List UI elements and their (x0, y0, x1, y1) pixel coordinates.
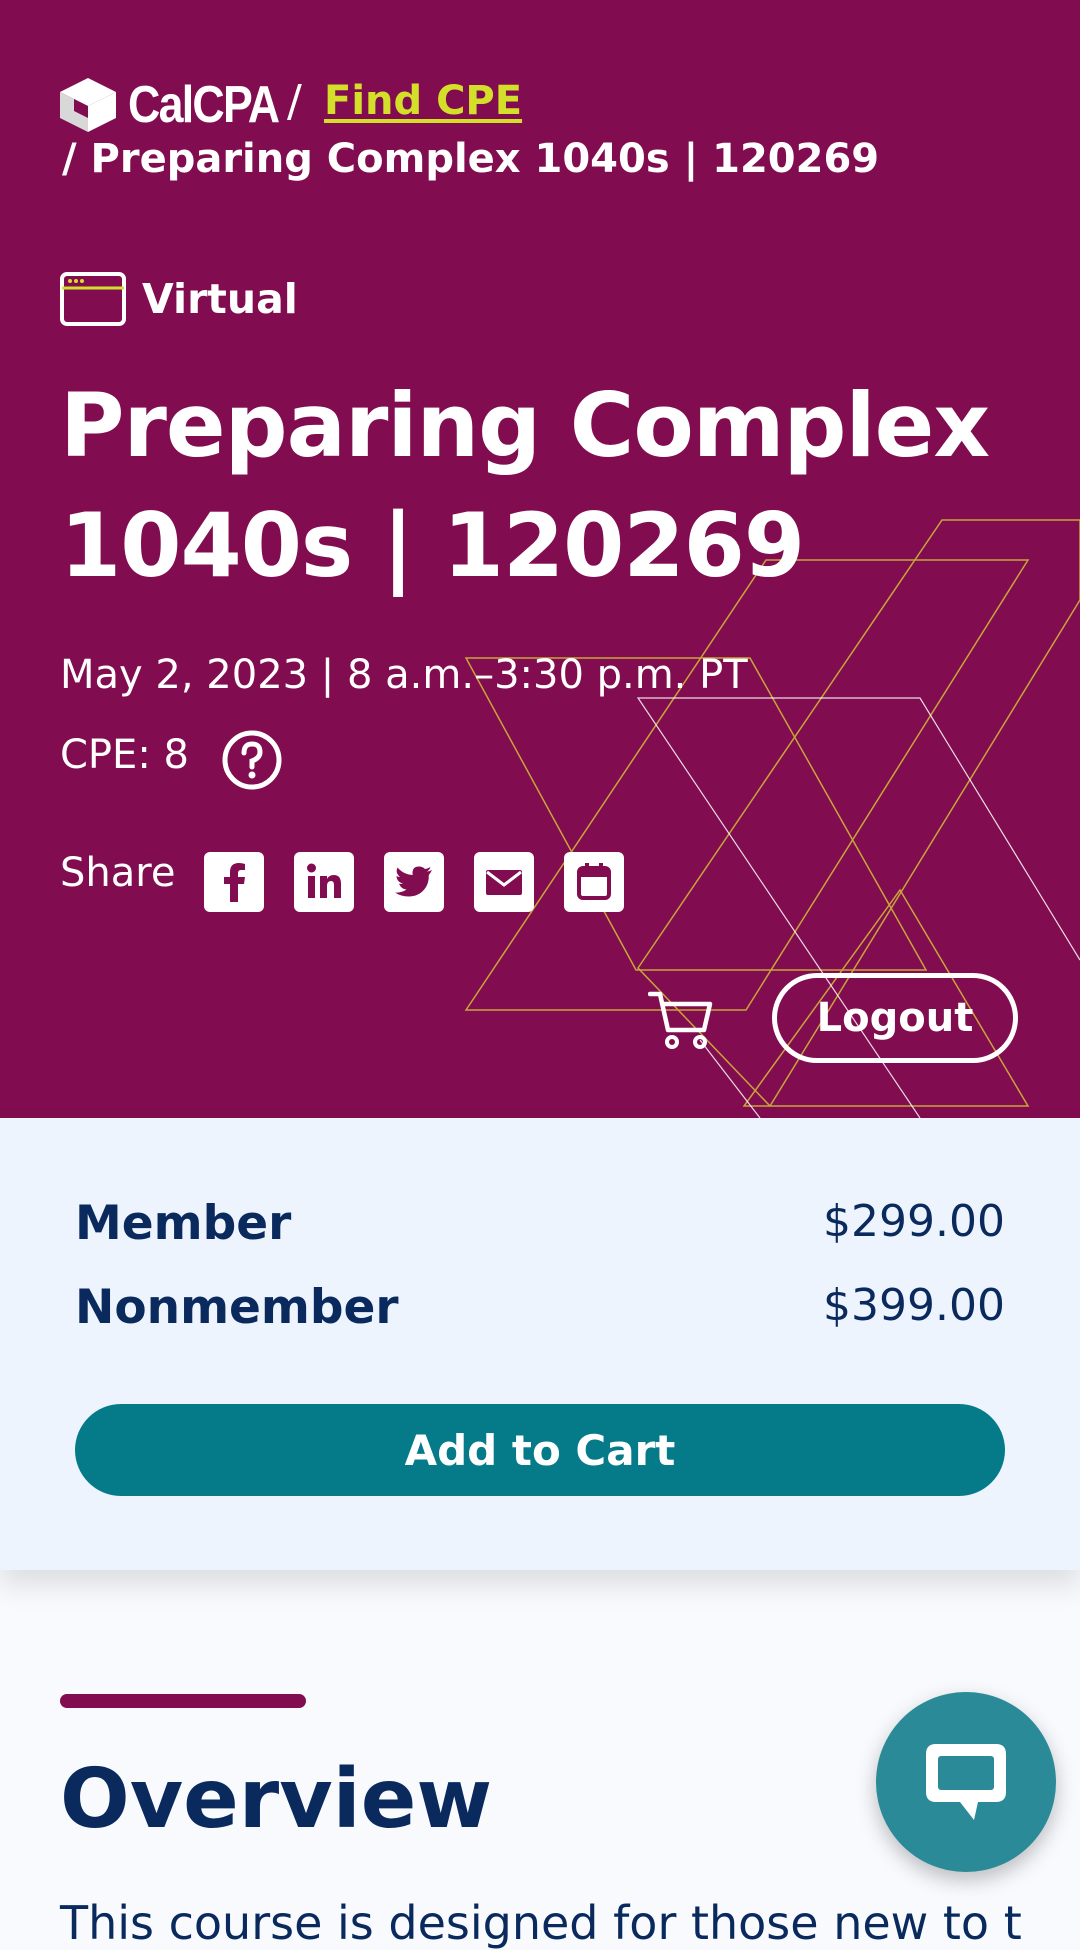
add-to-cart-button[interactable]: Add to Cart (75, 1404, 1005, 1496)
event-date: May 2, 2023 | 8 a.m.–3:30 p.m. PT (60, 652, 748, 698)
overview-body-text: This course is designed for those new to… (60, 1896, 1022, 1950)
overview-heading: Overview (60, 1752, 493, 1847)
calendar-icon (577, 863, 611, 900)
linkedin-share-button[interactable] (294, 852, 354, 912)
price-label: Nonmember (75, 1280, 399, 1335)
price-value: $399.00 (823, 1280, 1005, 1331)
cart-icon[interactable] (648, 990, 714, 1050)
linkedin-icon (307, 863, 341, 898)
share-label: Share (60, 850, 176, 896)
browser-window-icon (60, 272, 126, 326)
breadcrumb-current: / Preparing Complex 1040s | 120269 (62, 136, 880, 182)
calendar-share-button[interactable] (564, 852, 624, 912)
price-value: $299.00 (823, 1196, 1005, 1247)
hero-banner: CalCPA / Find CPE / Preparing Complex 10… (0, 0, 1080, 1118)
help-icon[interactable] (222, 730, 282, 790)
facebook-icon (224, 863, 245, 902)
chat-bubble-icon (926, 1744, 1006, 1820)
format-badge: Virtual (60, 272, 298, 326)
section-accent-bar (60, 1694, 306, 1708)
format-label: Virtual (142, 275, 298, 323)
logo-text: CalCPA (128, 76, 280, 134)
logout-button[interactable]: Logout (772, 973, 1018, 1063)
twitter-share-button[interactable] (384, 852, 444, 912)
email-share-button[interactable] (474, 852, 534, 912)
breadcrumb-separator: / (287, 76, 302, 127)
facebook-share-button[interactable] (204, 852, 264, 912)
price-label: Member (75, 1196, 292, 1251)
breadcrumb-find-cpe-link[interactable]: Find CPE (324, 78, 522, 124)
page-title: Preparing Complex 1040s | 120269 (60, 374, 990, 597)
pricing-panel: Member $299.00 Nonmember $399.00 Add to … (0, 1118, 1080, 1570)
email-icon (486, 870, 522, 895)
price-row-member: Member $299.00 (75, 1196, 1005, 1251)
chat-button[interactable] (876, 1692, 1056, 1872)
cube-logo-icon (60, 78, 116, 132)
price-row-nonmember: Nonmember $399.00 (75, 1280, 1005, 1335)
twitter-icon (395, 866, 432, 897)
cpe-credits: CPE: 8 (60, 732, 189, 778)
calcpa-logo[interactable]: CalCPA (60, 78, 303, 132)
